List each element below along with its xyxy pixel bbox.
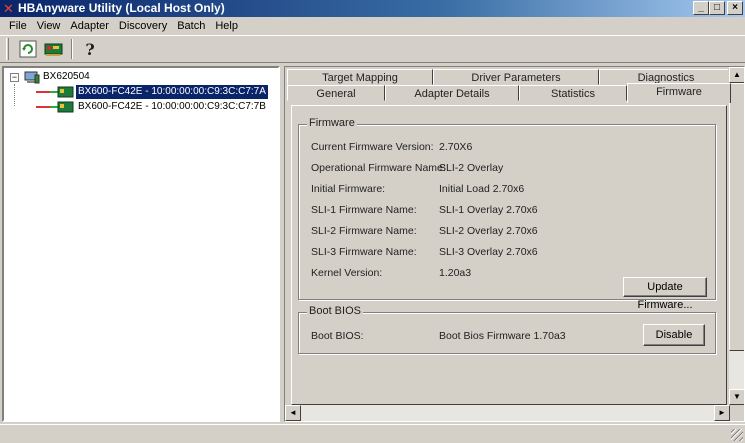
current-firmware-version-label: Current Firmware Version: [311, 141, 434, 153]
boot-bios-label: Boot BIOS: [311, 330, 364, 342]
tree-host-label: BX620504 [43, 71, 90, 82]
vertical-scroll-thumb[interactable] [729, 83, 744, 351]
boot-bios-group-title: Boot BIOS [307, 305, 363, 317]
scroll-down-button[interactable]: ▼ [729, 389, 744, 405]
host-computer-icon [24, 71, 40, 83]
maximize-button[interactable]: □ [709, 1, 725, 15]
fc-adapter-icon [36, 101, 74, 113]
current-firmware-version-value: 2.70X6 [439, 141, 473, 153]
tree-adapter-label: BX600-FC42E - 10:00:00:00:C9:3C:C7:7B [78, 101, 266, 112]
operational-firmware-name-value: SLI-2 Overlay [439, 162, 504, 174]
tab-general[interactable]: General [287, 85, 385, 101]
tab-adapter-details[interactable]: Adapter Details [385, 85, 519, 101]
horizontal-scrollbar[interactable]: ◄ ► [285, 405, 730, 421]
kernel-version-value: 1.20a3 [439, 267, 472, 279]
hba-card-button[interactable] [43, 38, 65, 60]
toolbar-grip[interactable] [6, 38, 9, 60]
firmware-tab-panel: Firmware Current Firmware Version: 2.70X… [291, 105, 727, 405]
tree-connector [14, 84, 15, 106]
boot-bios-value: Boot Bios Firmware 1.70a3 [439, 330, 566, 342]
firmware-group: Firmware Current Firmware Version: 2.70X… [298, 117, 716, 311]
tree-adapter-node[interactable]: BX600-FC42E - 10:00:00:00:C9:3C:C7:7B [36, 100, 268, 114]
scroll-left-button[interactable]: ◄ [285, 405, 301, 421]
tree-adapter-node[interactable]: BX600-FC42E - 10:00:00:00:C9:3C:C7:7A [36, 85, 268, 99]
resize-grip[interactable] [731, 429, 743, 441]
window-title: HBAnyware Utility (Local Host Only) [18, 1, 225, 15]
tree-expander[interactable]: − [10, 73, 19, 82]
refresh-icon [19, 40, 37, 58]
menu-batch[interactable]: Batch [172, 17, 210, 35]
hba-card-icon [44, 43, 63, 56]
tree-adapter-label: BX600-FC42E - 10:00:00:00:C9:3C:C7:7A [76, 85, 268, 99]
menu-view[interactable]: View [32, 17, 66, 35]
tab-driver-parameters[interactable]: Driver Parameters [433, 69, 599, 85]
update-firmware-button[interactable]: Update Firmware... [623, 277, 707, 311]
tab-target-mapping[interactable]: Target Mapping [287, 69, 433, 85]
hbanyware-x-icon: ✕ [3, 1, 14, 16]
sli3-firmware-name-label: SLI-3 Firmware Name: [311, 246, 417, 258]
firmware-group-title: Firmware [307, 117, 357, 129]
menu-file[interactable]: File [4, 17, 32, 35]
sli1-firmware-name-value: SLI-1 Overlay 2.70x6 [439, 204, 538, 216]
sli3-firmware-name-value: SLI-3 Overlay 2.70x6 [439, 246, 538, 258]
fc-adapter-icon [36, 86, 74, 98]
sli1-firmware-name-label: SLI-1 Firmware Name: [311, 204, 417, 216]
tab-statistics[interactable]: Statistics [519, 85, 627, 101]
menu-bar: File View Adapter Discovery Batch Help [0, 17, 745, 35]
initial-firmware-value: Initial Load 2.70x6 [439, 183, 525, 195]
minimize-button[interactable]: _ [693, 1, 709, 15]
title-bar[interactable]: ✕ HBAnyware Utility (Local Host Only) _ … [0, 0, 745, 17]
status-bar [0, 424, 745, 443]
boot-bios-group: Boot BIOS Boot BIOS: Boot Bios Firmware … [298, 305, 716, 354]
tab-firmware[interactable]: Firmware [627, 83, 731, 103]
toolbar: ? [0, 35, 745, 63]
window-controls: _ □ × [693, 1, 743, 16]
toolbar-separator [71, 39, 73, 59]
sli2-firmware-name-value: SLI-2 Overlay 2.70x6 [439, 225, 538, 237]
initial-firmware-label: Initial Firmware: [311, 183, 386, 195]
vertical-scrollbar[interactable]: ▲ ▼ [728, 67, 744, 405]
disable-boot-bios-button[interactable]: Disable [643, 324, 705, 346]
help-icon: ? [85, 39, 95, 59]
kernel-version-label: Kernel Version: [311, 267, 383, 279]
host-tree[interactable]: − BX620504 BX600-FC42E - 10:00:00:00:C9:… [2, 66, 280, 422]
refresh-button[interactable] [17, 38, 39, 60]
tree-host-node[interactable]: BX620504 [24, 70, 90, 84]
menu-discovery[interactable]: Discovery [114, 17, 172, 35]
help-button[interactable]: ? [79, 38, 101, 60]
adapter-details-pane: Target Mapping Driver Parameters Diagnos… [284, 66, 745, 422]
scroll-up-button[interactable]: ▲ [729, 67, 744, 83]
operational-firmware-name-label: Operational Firmware Name: [311, 162, 446, 174]
sli2-firmware-name-label: SLI-2 Firmware Name: [311, 225, 417, 237]
menu-help[interactable]: Help [210, 17, 243, 35]
scroll-right-button[interactable]: ► [714, 405, 730, 421]
menu-adapter[interactable]: Adapter [65, 17, 114, 35]
close-button[interactable]: × [727, 1, 743, 15]
